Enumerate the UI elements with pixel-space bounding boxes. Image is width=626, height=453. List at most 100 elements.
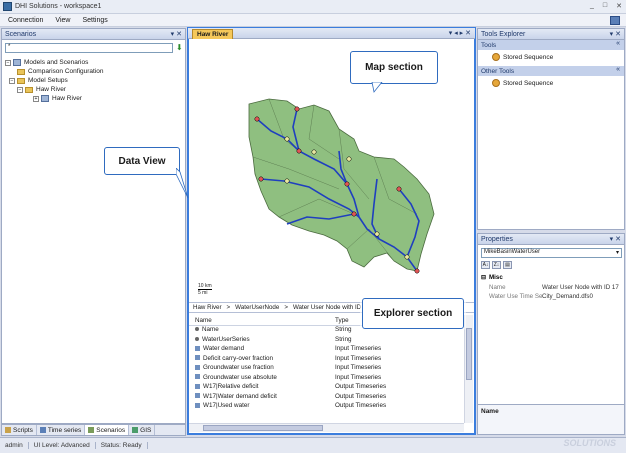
table-row[interactable]: Water demand Input Timeseries (189, 345, 466, 355)
tool-stored-sequence-other[interactable]: Stored Sequence (478, 76, 624, 90)
property-key: Name (489, 284, 506, 291)
grid-horizontal-scrollbar[interactable] (189, 423, 464, 432)
catchment-area[interactable] (248, 98, 435, 272)
tab-scenarios[interactable]: Scenarios (85, 425, 130, 435)
table-row[interactable]: Groundwater use fraction Input Timeseries (189, 364, 466, 374)
cell-type: Output Timeseries (335, 402, 387, 409)
property-value[interactable]: Water User Node with ID 17 (542, 284, 619, 291)
collapse-icon[interactable]: − (5, 59, 11, 66)
tab-gis[interactable]: GIS (129, 425, 156, 435)
cell-name: Deficit carry-over fraction (195, 355, 273, 362)
scenarios-header-buttons[interactable]: ▾ ✕ (171, 30, 182, 38)
properties-panel: Properties ▾ ✕ MikeBasinWaterUser ▾ A↓ Z… (477, 233, 625, 435)
tab-scripts[interactable]: Scripts (2, 425, 37, 435)
cell-name: W17|Water demand deficit (195, 393, 277, 400)
tree-node-comparison[interactable]: Comparison Configuration (5, 67, 104, 76)
table-row[interactable]: WaterUserSeries String (189, 336, 466, 346)
title-bar: DHI Solutions - workspace1 _ □ ✕ (0, 0, 626, 14)
callout-data-view: Data View (104, 147, 180, 175)
logo-watermark: SOLUTIONS (563, 438, 616, 448)
property-row[interactable]: Name Water User Node with ID 17 (481, 284, 622, 293)
script-icon (5, 427, 11, 433)
column-header-name[interactable]: Name (195, 317, 212, 324)
breadcrumb-item[interactable]: Water User Node with ID 17 (293, 304, 370, 311)
table-row[interactable]: W17|Used water Output Timeseries (189, 402, 466, 412)
tab-time-series[interactable]: Time series (37, 425, 86, 435)
doc-tab-buttons[interactable]: ▾ ◂ ▸ ✕ (449, 29, 471, 37)
tools-header-buttons[interactable]: ▾ ✕ (610, 30, 621, 38)
maximize-button[interactable]: □ (603, 2, 607, 10)
object-selector[interactable]: MikeBasinWaterUser ▾ (481, 248, 622, 258)
cell-type: String (335, 326, 352, 333)
tree-node-model-setups[interactable]: − Model Setups (5, 76, 104, 85)
tree-node-label: Model Setups (28, 77, 68, 84)
tab-label: GIS (140, 426, 152, 434)
cell-type: Input Timeseries (335, 373, 382, 381)
tab-label: Haw River (197, 31, 229, 38)
tree-node-label: Comparison Configuration (28, 68, 104, 75)
scenario-icon (88, 427, 95, 433)
scale-label-mi: 5 mi (198, 290, 208, 296)
callout-map-section: Map section (350, 51, 438, 84)
gear-icon (492, 53, 500, 61)
collapse-icon[interactable]: ⊟ (481, 274, 486, 281)
section-tools[interactable]: Tools « (478, 40, 624, 50)
collapse-icon[interactable]: − (9, 77, 15, 84)
cell-name-text: Name (202, 326, 219, 333)
collapse-icon[interactable]: − (17, 86, 23, 93)
property-category[interactable]: ⊟ Misc (481, 274, 622, 283)
tree-node-models[interactable]: − Models and Scenarios (5, 58, 104, 67)
section-other-tools[interactable]: Other Tools « (478, 66, 624, 76)
timeseries-icon (195, 345, 200, 351)
down-arrow-icon[interactable]: ⬇ (176, 43, 183, 52)
tree-node-label: Models and Scenarios (24, 59, 89, 66)
timeseries-icon (195, 355, 200, 361)
alphabetical-button[interactable]: Z↓ (492, 261, 501, 269)
cell-name-text: WaterUserSeries (202, 335, 250, 343)
properties-header-buttons[interactable]: ▾ ✕ (610, 235, 621, 243)
tool-label: Stored Sequence (503, 79, 554, 87)
tool-label: Stored Sequence (503, 53, 554, 61)
menu-settings[interactable]: Settings (82, 17, 107, 24)
status-ui-level: UI Level: Advanced (29, 442, 96, 449)
cell-name: Name (195, 326, 219, 333)
selected-object-label: MikeBasinWaterUser (484, 249, 541, 255)
dropdown-arrow-icon[interactable]: ▾ (616, 249, 619, 256)
cell-name-text: Groundwater use absolute (203, 373, 277, 381)
callout-pointer (176, 168, 189, 199)
breadcrumb-item[interactable]: WaterUserNode (235, 304, 279, 311)
categorized-button[interactable]: A↓ (481, 261, 490, 269)
property-value[interactable]: City_Demand.dfs0 (542, 293, 593, 300)
table-row[interactable]: W17|Water demand deficit Output Timeserie… (189, 393, 466, 403)
tool-stored-sequence[interactable]: Stored Sequence (478, 50, 624, 64)
scroll-thumb[interactable] (466, 328, 472, 380)
properties-header: Properties ▾ ✕ (478, 234, 624, 245)
column-header-type[interactable]: Type (335, 317, 349, 324)
close-button[interactable]: ✕ (616, 2, 622, 10)
table-row[interactable]: Groundwater use absolute Input Timeseries (189, 374, 466, 384)
grid-vertical-scrollbar[interactable] (464, 315, 473, 423)
scroll-thumb[interactable] (203, 425, 323, 431)
cell-name-text: Groundwater use fraction (203, 364, 274, 371)
expand-icon[interactable]: + (33, 95, 39, 102)
minimize-button[interactable]: _ (590, 2, 594, 10)
tab-haw-river[interactable]: Haw River (192, 29, 234, 39)
layout-icon[interactable] (610, 16, 620, 25)
menu-connection[interactable]: Connection (8, 17, 43, 24)
scenario-search-input[interactable]: * (5, 43, 173, 53)
tools-explorer-panel: Tools Explorer ▾ ✕ Tools « Stored Sequen… (477, 28, 625, 230)
category-label: Misc (489, 274, 503, 281)
table-row[interactable]: Deficit carry-over fraction Input Timeser… (189, 355, 466, 365)
tree-node-haw-river-model[interactable]: + Haw River (5, 94, 104, 103)
scenarios-panel: Scenarios ▾ ✕ * ⬇ − Models and Scenarios… (1, 28, 186, 424)
collapse-chevron-icon[interactable]: « (616, 40, 620, 47)
table-row[interactable]: W17|Relative deficit Output Timeseries (189, 383, 466, 393)
collapse-chevron-icon[interactable]: « (616, 66, 620, 73)
menu-bar: Connection View Settings (0, 14, 626, 27)
property-pages-button[interactable]: ▤ (503, 261, 512, 269)
menu-view[interactable]: View (55, 17, 70, 24)
property-row[interactable]: Water Use Time Se City_Demand.dfs0 (481, 293, 622, 302)
callout-label: Data View (118, 155, 166, 167)
breadcrumb-item[interactable]: Haw River (193, 304, 222, 311)
tree-node-haw-river-folder[interactable]: − Haw River (5, 85, 104, 94)
